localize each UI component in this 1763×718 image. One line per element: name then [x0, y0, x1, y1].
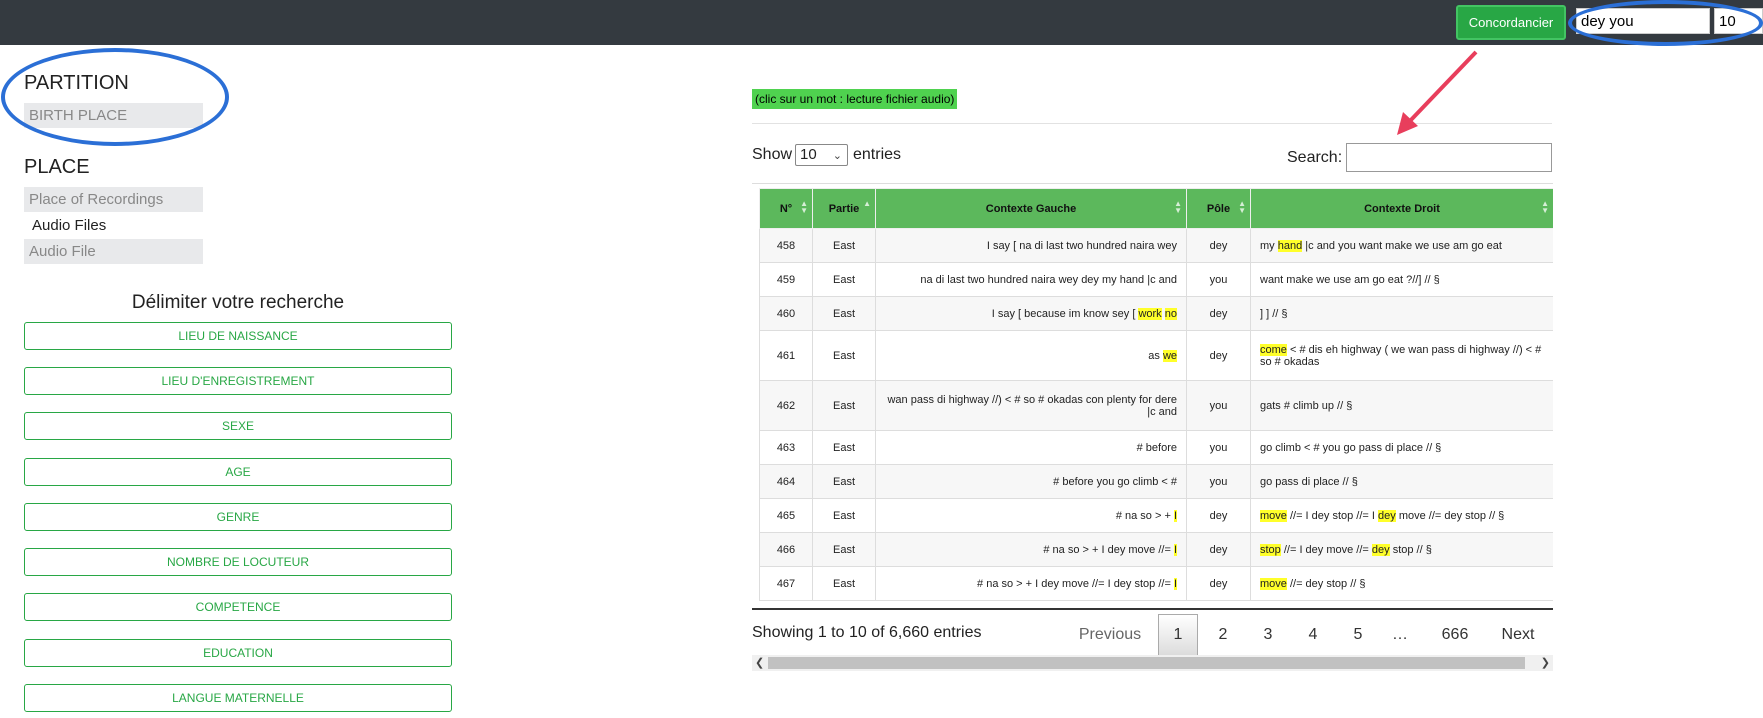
- annotation-arrow: [1397, 50, 1478, 135]
